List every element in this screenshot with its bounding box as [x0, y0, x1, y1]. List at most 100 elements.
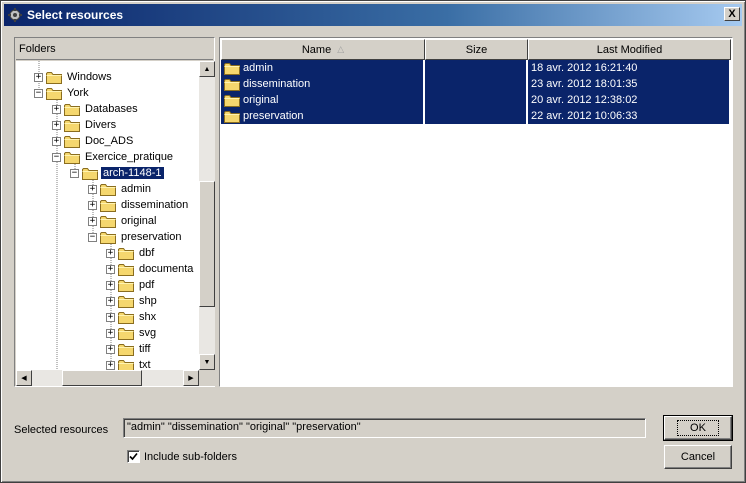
tree-item-label: Windows — [67, 71, 112, 83]
cell-modified-text: 18 avr. 2012 16:21:40 — [531, 62, 638, 74]
tree-item[interactable]: + tiff — [106, 341, 152, 357]
tree-item[interactable]: + Divers — [52, 117, 118, 133]
title-bar[interactable]: Select resources X — [4, 4, 742, 26]
tree-item[interactable]: + Windows — [34, 69, 114, 85]
tree-item[interactable]: + shp — [106, 293, 159, 309]
tree-item-label: documenta — [139, 263, 194, 275]
expand-icon[interactable]: + — [88, 200, 97, 210]
collapse-icon[interactable]: − — [70, 168, 79, 178]
cell-name-text: original — [243, 94, 279, 106]
column-header-name[interactable]: Name △ — [221, 39, 425, 60]
expand-icon[interactable]: + — [88, 184, 97, 194]
collapse-icon[interactable]: − — [52, 152, 61, 162]
include-subfolders-option[interactable]: Include sub-folders — [127, 450, 237, 463]
tree-item[interactable]: + Databases — [52, 101, 140, 117]
cancel-button[interactable]: Cancel — [664, 445, 732, 469]
expand-icon[interactable]: + — [106, 280, 115, 290]
tree-item-label: original — [121, 215, 157, 227]
table-row[interactable]: admin 18 avr. 2012 16:21:40 — [221, 60, 731, 76]
close-button[interactable]: X — [724, 7, 740, 21]
horizontal-scroll-thumb[interactable] — [62, 370, 142, 386]
folders-horizontal-scrollbar[interactable]: ◀ ▶ — [16, 370, 199, 386]
tree-item[interactable]: + admin — [88, 181, 153, 197]
tree-item-label: pdf — [139, 279, 155, 291]
column-header-name-label: Name — [301, 43, 332, 56]
folder-icon — [224, 62, 240, 75]
tree-item[interactable]: − preservation — [88, 229, 184, 245]
selected-resources-field[interactable]: "admin" "dissemination" "original" "pres… — [123, 418, 646, 438]
folder-icon — [100, 231, 116, 244]
tree-item-label: preservation — [121, 231, 182, 243]
tree-item[interactable]: + dissemination — [88, 197, 190, 213]
expand-icon[interactable]: + — [106, 248, 115, 258]
table-row[interactable]: preservation 22 avr. 2012 10:06:33 — [221, 108, 731, 124]
expand-icon[interactable]: + — [52, 120, 61, 130]
cell-name: preservation — [221, 108, 425, 124]
close-icon: X — [728, 7, 736, 20]
expand-icon[interactable]: + — [106, 344, 115, 354]
select-resources-dialog: Select resources X Folders + Windows − York… — [0, 0, 746, 483]
cell-size — [425, 108, 528, 124]
expand-icon[interactable]: + — [106, 328, 115, 338]
tree-item[interactable]: + txt — [106, 357, 153, 370]
folder-icon — [64, 119, 80, 132]
gear-icon — [7, 7, 23, 23]
tree-item-label: dissemination — [121, 199, 189, 211]
scroll-up-button[interactable]: ▲ — [199, 61, 215, 77]
expand-icon[interactable]: + — [106, 312, 115, 322]
cell-name-text: preservation — [243, 110, 304, 122]
tree-item[interactable]: + shx — [106, 309, 158, 325]
expand-icon[interactable]: + — [52, 136, 61, 146]
tree-item-label: shp — [139, 295, 157, 307]
resources-table: Name △ Size Last Modified admin 18 avr. 2… — [219, 37, 733, 387]
vertical-scroll-thumb[interactable] — [199, 181, 215, 307]
table-row[interactable]: dissemination 23 avr. 2012 18:01:35 — [221, 76, 731, 92]
tree-item-label: arch-1148-1 — [100, 166, 165, 180]
tree-item[interactable]: + svg — [106, 325, 158, 341]
tree-item[interactable]: − York — [34, 85, 91, 101]
folder-icon — [100, 183, 116, 196]
expand-icon[interactable]: + — [88, 216, 97, 226]
ok-button-label: OK — [677, 420, 719, 436]
scroll-right-button[interactable]: ▶ — [183, 370, 199, 386]
column-header-last-modified[interactable]: Last Modified — [528, 39, 731, 60]
collapse-icon[interactable]: − — [88, 232, 97, 242]
expand-icon[interactable]: + — [52, 104, 61, 114]
scroll-corner — [199, 370, 215, 386]
scroll-down-button[interactable]: ▼ — [199, 354, 215, 370]
collapse-icon[interactable]: − — [34, 88, 43, 98]
tree-item[interactable]: − arch-1148-1 — [70, 165, 165, 181]
cancel-button-label: Cancel — [680, 451, 716, 463]
include-subfolders-label: Include sub-folders — [144, 450, 237, 463]
table-header: Name △ Size Last Modified — [221, 39, 731, 60]
table-row[interactable]: original 20 avr. 2012 12:38:02 — [221, 92, 731, 108]
cell-modified-text: 23 avr. 2012 18:01:35 — [531, 78, 638, 90]
tree-item[interactable]: + original — [88, 213, 158, 229]
expand-icon[interactable]: + — [34, 72, 43, 82]
folder-icon — [46, 71, 62, 84]
cell-size — [425, 60, 528, 76]
expand-icon[interactable]: + — [106, 296, 115, 306]
folder-icon — [100, 215, 116, 228]
folder-tree[interactable]: + Windows − York + Databases + Divers + Doc_ADS − E… — [16, 61, 199, 370]
scroll-left-button[interactable]: ◀ — [16, 370, 32, 386]
folders-panel: Folders + Windows − York + Databases + Divers + D… — [14, 37, 215, 387]
tree-item-label: Divers — [85, 119, 117, 131]
folder-icon — [64, 135, 80, 148]
cell-size — [425, 76, 528, 92]
tree-item[interactable]: + documenta — [106, 261, 195, 277]
folder-icon — [118, 263, 134, 276]
column-header-size[interactable]: Size — [425, 39, 528, 60]
expand-icon[interactable]: + — [106, 360, 115, 370]
tree-item[interactable]: + Doc_ADS — [52, 133, 135, 149]
expand-icon[interactable]: + — [106, 264, 115, 274]
tree-item[interactable]: − Exercice_pratique — [52, 149, 175, 165]
folders-vertical-scrollbar[interactable]: ▲ ▼ — [199, 61, 215, 370]
tree-item[interactable]: + dbf — [106, 245, 156, 261]
folder-icon — [224, 94, 240, 107]
selected-resources-label: Selected resources — [14, 424, 109, 436]
sort-ascending-icon: △ — [337, 44, 345, 54]
ok-button[interactable]: OK — [663, 415, 733, 441]
tree-item[interactable]: + pdf — [106, 277, 156, 293]
include-subfolders-checkbox[interactable] — [127, 450, 140, 463]
